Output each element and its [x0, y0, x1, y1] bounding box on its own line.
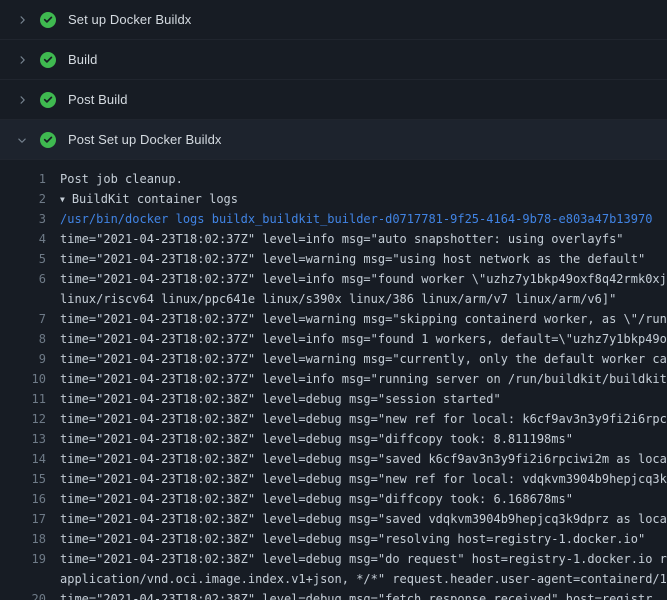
log-line: 13 time="2021-04-23T18:02:38Z" level=deb… — [0, 429, 667, 449]
step-section-header[interactable]: Post Set up Docker Buildx — [0, 120, 667, 160]
line-text: time="2021-04-23T18:02:37Z" level=warnin… — [46, 309, 667, 329]
log-line: 19 time="2021-04-23T18:02:38Z" level=deb… — [0, 549, 667, 569]
chevron-down-icon[interactable] — [14, 132, 30, 148]
line-number[interactable]: 20 — [0, 589, 46, 600]
line-text: Post job cleanup. — [46, 169, 667, 189]
check-circle-icon — [40, 132, 56, 148]
line-text: linux/riscv64 linux/ppc641e linux/s390x … — [46, 289, 667, 309]
step-section-header[interactable]: Post Build — [0, 80, 667, 120]
line-number[interactable]: 13 — [0, 429, 46, 449]
line-number[interactable]: 15 — [0, 469, 46, 489]
step-section-list: Set up Docker Buildx Build P — [0, 0, 667, 160]
step-section-header[interactable]: Set up Docker Buildx — [0, 0, 667, 40]
line-number[interactable]: 4 — [0, 229, 46, 249]
line-text: time="2021-04-23T18:02:37Z" level=info m… — [46, 369, 667, 389]
log-line: 20 time="2021-04-23T18:02:38Z" level=deb… — [0, 589, 667, 600]
check-circle-icon — [40, 52, 56, 68]
line-number[interactable]: 16 — [0, 489, 46, 509]
actions-log-viewer: Set up Docker Buildx Build P — [0, 0, 667, 600]
log-line: 17 time="2021-04-23T18:02:38Z" level=deb… — [0, 509, 667, 529]
step-section-header[interactable]: Build — [0, 40, 667, 80]
line-text: time="2021-04-23T18:02:37Z" level=info m… — [46, 329, 667, 349]
line-number[interactable]: 6 — [0, 269, 46, 289]
line-text: time="2021-04-23T18:02:38Z" level=debug … — [46, 449, 667, 469]
log-line-continuation: application/vnd.oci.image.index.v1+json,… — [0, 569, 667, 589]
log-line: 6 time="2021-04-23T18:02:37Z" level=info… — [0, 269, 667, 289]
log-line: 14 time="2021-04-23T18:02:38Z" level=deb… — [0, 449, 667, 469]
line-number[interactable]: 2 — [0, 189, 46, 209]
line-text: time="2021-04-23T18:02:38Z" level=debug … — [46, 409, 667, 429]
line-number[interactable]: 1 — [0, 169, 46, 189]
group-toggle-icon[interactable]: ▼ — [60, 190, 65, 209]
log-line: 5 time="2021-04-23T18:02:37Z" level=warn… — [0, 249, 667, 269]
step-name: Build — [68, 52, 97, 67]
line-text: time="2021-04-23T18:02:38Z" level=debug … — [46, 489, 667, 509]
line-number[interactable]: 8 — [0, 329, 46, 349]
step-name: Post Set up Docker Buildx — [68, 132, 222, 147]
line-text: time="2021-04-23T18:02:38Z" level=debug … — [46, 509, 667, 529]
line-text: time="2021-04-23T18:02:38Z" level=debug … — [46, 589, 667, 600]
log-line: 2 ▼ BuildKit container logs — [0, 189, 667, 209]
log-line: 8 time="2021-04-23T18:02:37Z" level=info… — [0, 329, 667, 349]
line-number[interactable]: 12 — [0, 409, 46, 429]
line-number[interactable]: 7 — [0, 309, 46, 329]
line-text: time="2021-04-23T18:02:37Z" level=warnin… — [46, 349, 667, 369]
log-line: 10 time="2021-04-23T18:02:37Z" level=inf… — [0, 369, 667, 389]
log-line: 12 time="2021-04-23T18:02:38Z" level=deb… — [0, 409, 667, 429]
line-text: time="2021-04-23T18:02:38Z" level=debug … — [46, 389, 667, 409]
log-line: 15 time="2021-04-23T18:02:38Z" level=deb… — [0, 469, 667, 489]
log-line: 4 time="2021-04-23T18:02:37Z" level=info… — [0, 229, 667, 249]
step-name: Set up Docker Buildx — [68, 12, 191, 27]
log-line-continuation: linux/riscv64 linux/ppc641e linux/s390x … — [0, 289, 667, 309]
chevron-right-icon[interactable] — [14, 92, 30, 108]
log-line: 11 time="2021-04-23T18:02:38Z" level=deb… — [0, 389, 667, 409]
line-number[interactable]: 14 — [0, 449, 46, 469]
line-number[interactable]: 11 — [0, 389, 46, 409]
chevron-right-icon[interactable] — [14, 52, 30, 68]
line-text: ▼ BuildKit container logs — [46, 189, 667, 209]
step-name: Post Build — [68, 92, 128, 107]
line-number[interactable] — [0, 569, 46, 589]
line-number[interactable]: 3 — [0, 209, 46, 229]
line-number[interactable]: 10 — [0, 369, 46, 389]
check-circle-icon — [40, 12, 56, 28]
chevron-right-icon[interactable] — [14, 12, 30, 28]
log-line: 9 time="2021-04-23T18:02:37Z" level=warn… — [0, 349, 667, 369]
log-line: 3 /usr/bin/docker logs buildx_buildkit_b… — [0, 209, 667, 229]
line-text: time="2021-04-23T18:02:38Z" level=debug … — [46, 529, 667, 549]
line-number[interactable]: 19 — [0, 549, 46, 569]
line-number[interactable] — [0, 289, 46, 309]
log-line: 1 Post job cleanup. — [0, 169, 667, 189]
log-line: 7 time="2021-04-23T18:02:37Z" level=warn… — [0, 309, 667, 329]
line-text: time="2021-04-23T18:02:37Z" level=warnin… — [46, 249, 667, 269]
line-text: time="2021-04-23T18:02:38Z" level=debug … — [46, 469, 667, 489]
log-line: 18 time="2021-04-23T18:02:38Z" level=deb… — [0, 529, 667, 549]
line-number[interactable]: 17 — [0, 509, 46, 529]
line-text: application/vnd.oci.image.index.v1+json,… — [46, 569, 667, 589]
line-text: time="2021-04-23T18:02:37Z" level=info m… — [46, 229, 667, 249]
group-title[interactable]: BuildKit container logs — [72, 192, 238, 206]
line-number[interactable]: 9 — [0, 349, 46, 369]
check-circle-icon — [40, 92, 56, 108]
line-number[interactable]: 5 — [0, 249, 46, 269]
line-text: /usr/bin/docker logs buildx_buildkit_bui… — [46, 209, 667, 229]
line-text: time="2021-04-23T18:02:38Z" level=debug … — [46, 549, 667, 569]
line-text: time="2021-04-23T18:02:37Z" level=info m… — [46, 269, 667, 289]
log-area: 1 Post job cleanup. 2 ▼ BuildKit containe… — [0, 160, 667, 600]
line-text: time="2021-04-23T18:02:38Z" level=debug … — [46, 429, 667, 449]
line-number[interactable]: 18 — [0, 529, 46, 549]
log-line: 16 time="2021-04-23T18:02:38Z" level=deb… — [0, 489, 667, 509]
